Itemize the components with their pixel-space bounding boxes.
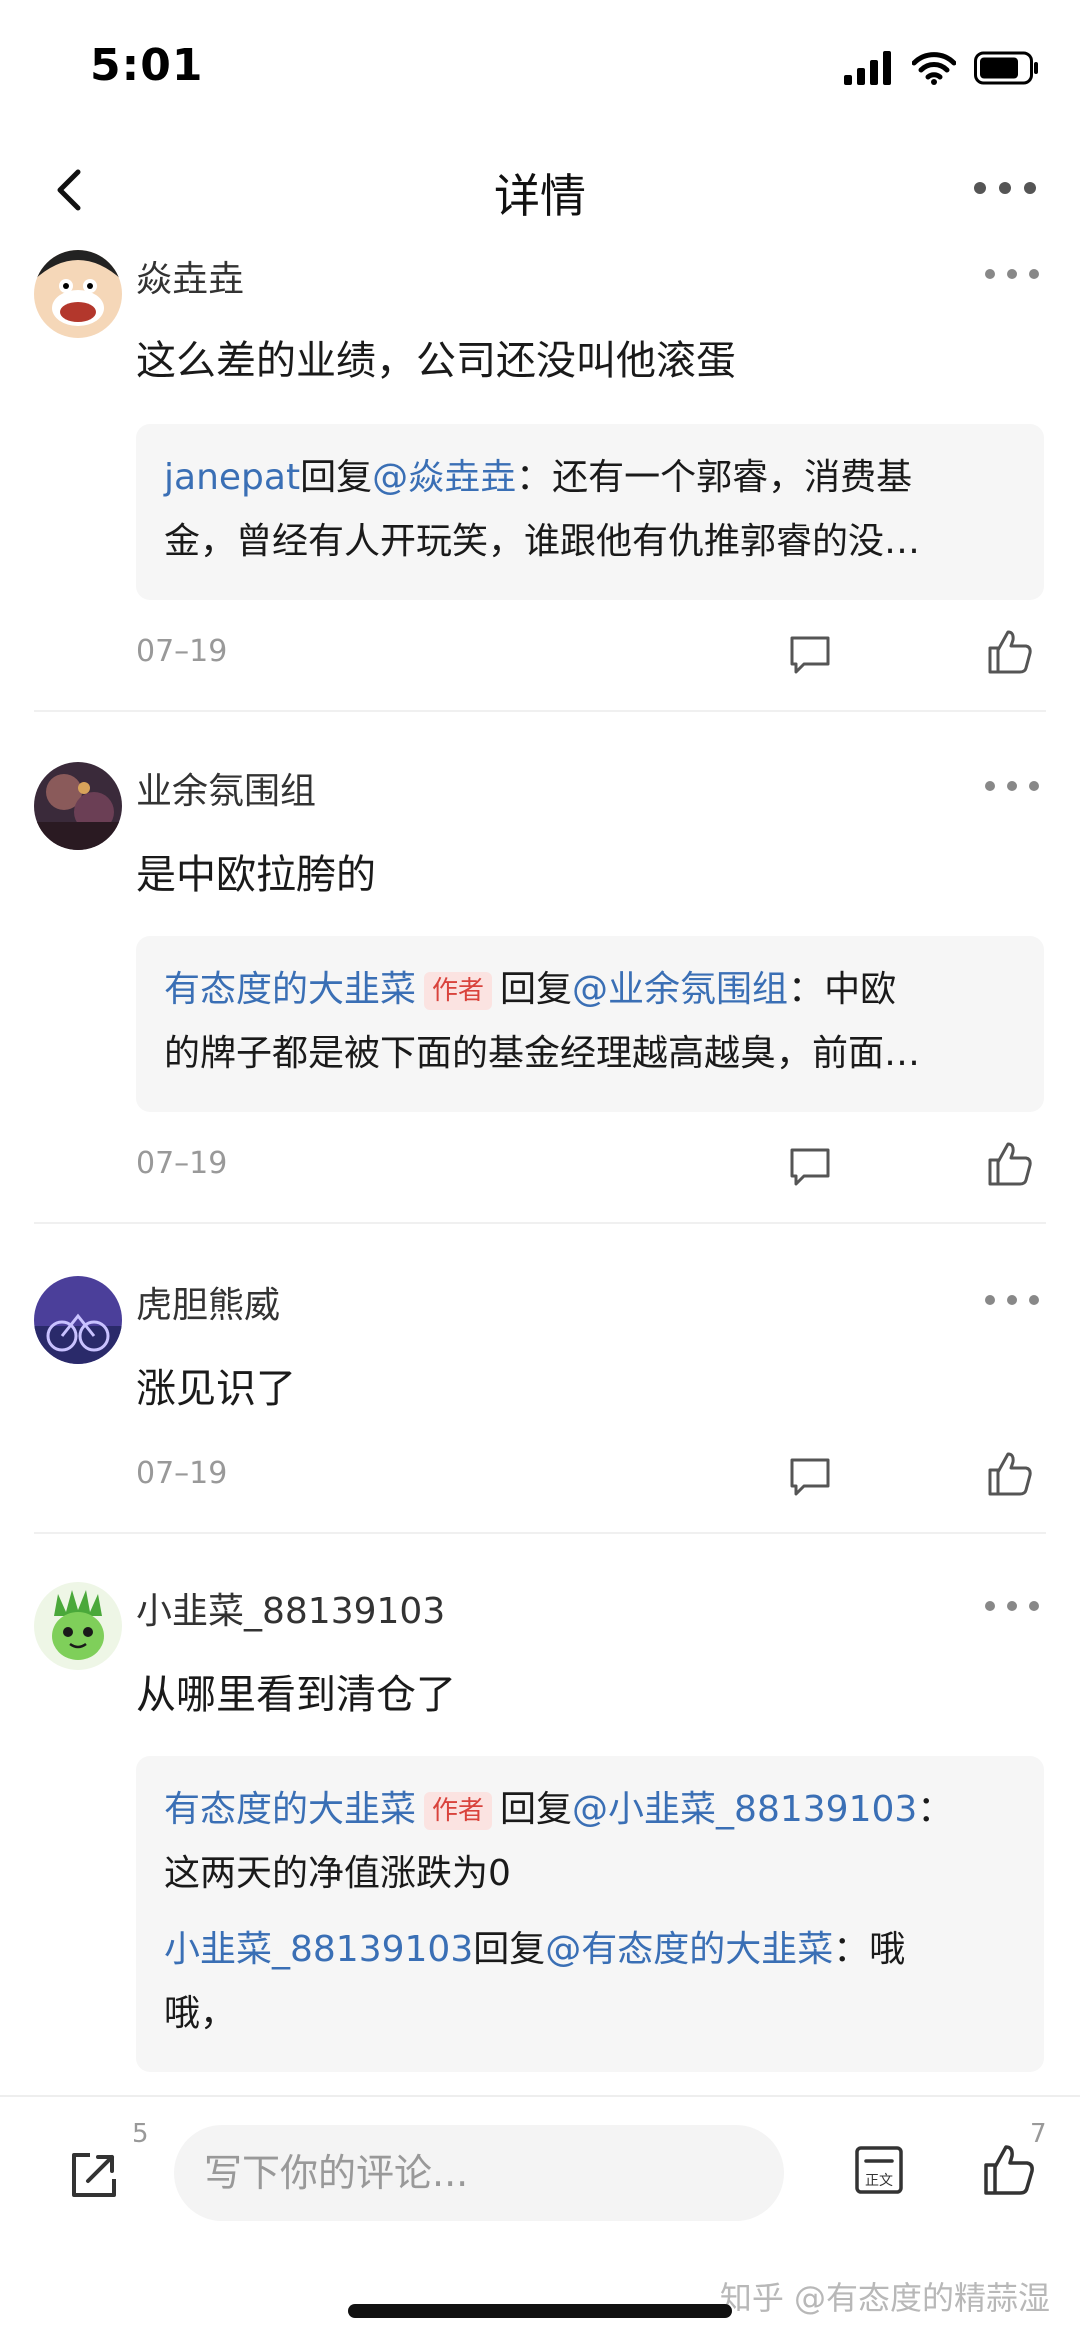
comment-text: 是中欧拉胯的 xyxy=(136,852,376,898)
watermark: 知乎 @有态度的精蒜湿 xyxy=(719,2279,1050,2317)
like-icon[interactable] xyxy=(984,1138,1036,1190)
like-count: 7 xyxy=(1030,2119,1047,2149)
share-count: 5 xyxy=(132,2119,149,2149)
reply-box[interactable]: 有态度的大韭菜 作者 回复@小韭菜_88139103： 这两天的净值涨跌为0 小韭菜… xyxy=(136,1756,1044,2072)
reply-text: ：中欧 xyxy=(788,969,897,1010)
reply-icon[interactable] xyxy=(786,1452,834,1500)
reply-text-cont: 这两天的净值涨跌为0 xyxy=(164,1853,511,1894)
reply-word: 回复 xyxy=(500,1789,573,1830)
reply-line: 有态度的大韭菜 作者 回复@小韭菜_88139103： xyxy=(164,1778,1016,1842)
signal-icon xyxy=(844,51,891,85)
comment-username[interactable]: 虎胆熊威 xyxy=(136,1276,280,1328)
more-icon[interactable] xyxy=(984,776,1040,796)
comment-text: 从哪里看到清仓了 xyxy=(136,1672,456,1718)
reply-word: 回复 xyxy=(500,969,573,1010)
reply-target[interactable]: @焱垚垚 xyxy=(372,457,516,498)
reply-author[interactable]: janepat xyxy=(164,457,300,498)
reply-author[interactable]: 小韭菜_88139103 xyxy=(164,1929,473,1970)
reply-line: 有态度的大韭菜 作者 回复@业余氛围组：中欧 xyxy=(164,958,1016,1022)
avatar[interactable] xyxy=(34,250,122,338)
svg-text:正文: 正文 xyxy=(865,2173,893,2189)
comment-username[interactable]: 焱垚垚 xyxy=(136,250,244,302)
divider xyxy=(34,1222,1046,1224)
reply-line: 小韭菜_88139103回复@有态度的大韭菜：哦 xyxy=(164,1918,1016,1982)
author-tag: 作者 xyxy=(424,1792,493,1830)
reply-box[interactable]: janepat回复@焱垚垚：还有一个郭睿，消费基 金，曾经有人开玩笑，谁跟他有仇… xyxy=(136,424,1044,600)
comment-text: 这么差的业绩，公司还没叫他滚蛋 xyxy=(136,338,736,384)
reply-target[interactable]: @业余氛围组 xyxy=(572,969,788,1010)
like-icon[interactable] xyxy=(984,1448,1036,1500)
comment-username[interactable]: 业余氛围组 xyxy=(136,762,316,814)
reply-author[interactable]: 有态度的大韭菜 xyxy=(164,1789,416,1830)
reply-author[interactable]: 有态度的大韭菜 xyxy=(164,969,416,1010)
reply-word: 回复 xyxy=(473,1929,546,1970)
reply-icon[interactable] xyxy=(786,630,834,678)
reply-word: 回复 xyxy=(300,457,373,498)
reply-text: ：还有一个郭睿，消费基 xyxy=(516,457,913,498)
reply-line: janepat回复@焱垚垚：还有一个郭睿，消费基 xyxy=(164,446,1016,510)
comment-text: 涨见识了 xyxy=(136,1366,296,1412)
comment-date: 07–19 xyxy=(136,1146,228,1181)
comment-username[interactable]: 小韭菜_88139103 xyxy=(136,1582,445,1634)
reply-text: ： xyxy=(917,1789,954,1830)
divider xyxy=(34,710,1046,712)
status-icons xyxy=(844,48,1040,88)
reply-target[interactable]: @小韭菜_88139103 xyxy=(572,1789,917,1830)
status-time: 5:01 xyxy=(90,40,204,91)
more-icon[interactable] xyxy=(970,168,1040,208)
reply-target[interactable]: @有态度的大韭菜 xyxy=(545,1929,833,1970)
reply-text-cont: 哦， xyxy=(164,1993,237,2034)
wifi-icon xyxy=(912,52,956,85)
home-indicator xyxy=(348,2304,732,2318)
comment-date: 07–19 xyxy=(136,634,228,669)
bottom-bar: 5 写下你的评论... 正文 7 知乎 @有态度的精蒜湿 xyxy=(0,2095,1080,2339)
page-title: 详情 xyxy=(494,169,586,223)
avatar[interactable] xyxy=(34,1276,122,1364)
author-tag: 作者 xyxy=(424,972,493,1010)
more-icon[interactable] xyxy=(984,1596,1040,1616)
reply-text-cont: 金，曾经有人开玩笑，谁跟他有仇推郭睿的没… xyxy=(164,521,921,562)
nav-bar: 详情 xyxy=(0,130,1080,250)
like-icon[interactable] xyxy=(980,2141,1038,2199)
reply-box[interactable]: 有态度的大韭菜 作者 回复@业余氛围组：中欧 的牌子都是被下面的基金经理越高越臭，前… xyxy=(136,936,1044,1112)
share-icon[interactable] xyxy=(66,2147,122,2203)
status-bar: 5:01 xyxy=(0,0,1080,130)
avatar[interactable] xyxy=(34,1582,122,1670)
reply-text: ：哦 xyxy=(833,1929,906,1970)
battery-icon xyxy=(974,51,1038,85)
avatar[interactable] xyxy=(34,762,122,850)
comment-date: 07–19 xyxy=(136,1456,228,1491)
reply-text-cont: 的牌子都是被下面的基金经理越高越臭，前面… xyxy=(164,1033,921,1074)
more-icon[interactable] xyxy=(984,264,1040,284)
reply-icon[interactable] xyxy=(786,1142,834,1190)
more-icon[interactable] xyxy=(984,1290,1040,1310)
comment-input[interactable]: 写下你的评论... xyxy=(174,2125,784,2221)
like-icon[interactable] xyxy=(984,626,1036,678)
article-text-icon[interactable]: 正文 xyxy=(852,2143,906,2197)
divider xyxy=(34,1532,1046,1534)
